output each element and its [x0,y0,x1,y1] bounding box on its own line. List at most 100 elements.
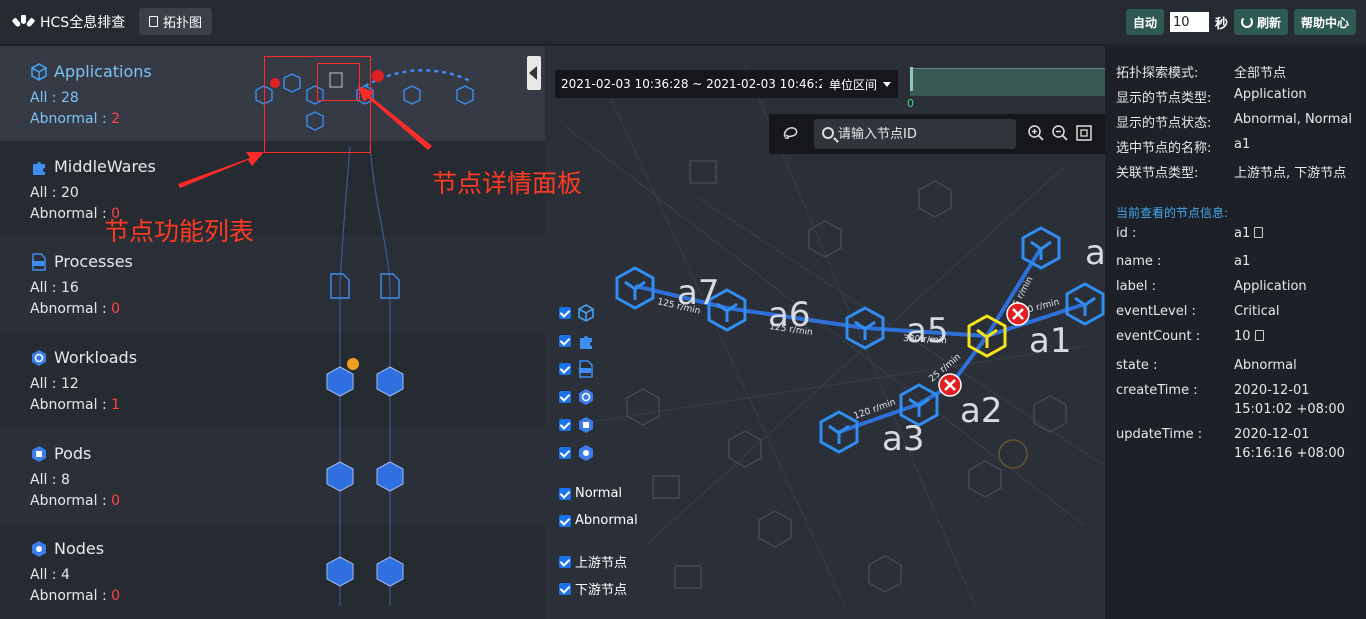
workload-icon [30,349,48,367]
node-search-input[interactable] [814,119,1016,149]
pod-icon [579,417,593,433]
filter-type-pod[interactable] [559,416,595,434]
abnormal-value: 0 [111,588,121,604]
time-slider[interactable]: 0 [907,67,1105,110]
zoom-out-icon[interactable] [1051,124,1069,142]
filter-type-process[interactable] [559,360,595,378]
node-top-right [1021,226,1061,270]
filter-normal[interactable]: Normal [559,486,622,501]
node-icon [30,540,48,558]
abnormal-label: Abnormal : [30,588,112,604]
detail-value: Application [1234,279,1307,294]
checkbox-icon[interactable] [559,391,571,403]
detail-label: createTime : [1116,383,1198,398]
checkbox-icon[interactable] [559,487,571,500]
checkbox-icon[interactable] [559,363,571,375]
annotation-box-detail [317,63,360,101]
event-list-icon[interactable] [1254,330,1264,341]
brand-title: HCS全息排查 [40,15,126,31]
category-title: Nodes [30,539,104,558]
category-nodes[interactable]: Nodes All : 4 Abnormal : 0 [0,523,545,618]
category-pods[interactable]: Pods All : 8 Abnormal : 0 [0,428,545,523]
checkbox-icon[interactable] [559,582,571,595]
info-label: 拓扑探索模式: [1116,66,1199,81]
collapse-panel-button[interactable] [527,56,541,90]
abnormal-close-icon [1006,302,1030,326]
category-all-count: All : 8 [30,472,70,488]
node-a3 [819,410,859,454]
tab-topology[interactable]: 拓扑图 [139,8,213,35]
category-abnormal-count: Abnormal : 0 [30,301,120,317]
node-label-a2: a2 [960,391,1002,431]
category-name: MiddleWares [54,157,156,176]
detail-value: Abnormal [1234,358,1297,373]
lasso-icon[interactable] [782,124,800,142]
filter-downstream[interactable]: 下游节点 [559,579,627,598]
filter-normal-label: Normal [575,486,623,501]
checkbox-icon[interactable] [559,514,571,527]
refresh-button[interactable]: 刷新 [1233,9,1288,35]
checkbox-icon[interactable] [559,447,571,459]
filter-upstream[interactable]: 上游节点 [559,552,627,571]
node-label-a6: a6 [768,295,810,335]
time-slider-zero: 0 [907,97,914,110]
checkbox-icon[interactable] [559,419,571,431]
info-label: 关联节点类型: [1116,166,1199,181]
node-label-a3: a3 [882,419,924,459]
category-name: Pods [54,444,92,463]
node-label-a7: a7 [677,273,719,313]
auto-button-label: 自动 [1132,15,1157,30]
detail-value-text: a1 [1234,226,1251,241]
graph-toolbar [769,114,1105,154]
filter-type-middleware[interactable] [559,332,595,350]
filter-abnormal[interactable]: Abnormal [559,513,638,528]
zoom-in-icon[interactable] [1027,124,1045,142]
puzzle-icon [580,336,592,349]
category-title: Pods [30,444,91,463]
info-label: 显示的节点状态: [1116,116,1212,131]
filter-type-workload[interactable] [559,388,595,406]
filter-type-application[interactable] [559,304,595,322]
annotation-node-function-list: 节点功能列表 [104,217,255,246]
detail-label: eventCount : [1116,329,1201,344]
detail-label: label : [1116,279,1156,294]
info-value: Abnormal, Normal [1234,112,1352,127]
detail-label: name : [1116,254,1162,269]
java-file-icon [30,252,48,271]
info-label: 显示的节点类型: [1116,91,1212,106]
abnormal-label: Abnormal : [30,493,112,509]
category-title: Applications [30,62,152,81]
interval-select[interactable]: 单位区间 [822,70,899,98]
category-processes[interactable]: Processes All : 16 Abnormal : 0 [0,236,545,331]
topology-graph[interactable]: 125 r/min 125 r/min 330 r/min 25 r/min 1… [545,46,1105,619]
filter-type-node[interactable] [559,444,595,462]
tab-topology-label: 拓扑图 [163,16,203,31]
detail-label: eventLevel : [1116,304,1196,319]
chevron-down-icon [883,81,892,87]
info-value: a1 [1234,137,1251,152]
filter-upstream-label: 上游节点 [575,556,628,571]
cube-icon [30,62,48,81]
help-center-label: 帮助中心 [1300,15,1349,30]
checkbox-icon[interactable] [559,555,571,568]
category-workloads[interactable]: Workloads All : 12 Abnormal : 1 [0,332,545,427]
checkbox-icon[interactable] [559,307,571,319]
detail-value-text: 10 [1234,329,1251,344]
copy-icon[interactable] [1254,227,1264,238]
detail-value: a1 [1234,254,1251,269]
filter-abnormal-label: Abnormal [575,513,638,528]
time-slider-handle[interactable] [910,67,913,91]
node-label-a1: a1 [1029,321,1071,361]
brand: HCS全息排查 [11,12,126,32]
abnormal-value: 0 [111,301,121,317]
time-range[interactable]: 2021-02-03 10:36:28 ~ 2021-02-03 10:46:2… [555,70,840,98]
huawei-logo-icon [11,15,36,29]
abnormal-label: Abnormal : [30,301,112,317]
help-center-button[interactable]: 帮助中心 [1293,9,1356,35]
fit-view-icon[interactable] [1075,124,1093,142]
info-value: 全部节点 [1234,66,1287,81]
interval-input[interactable] [1169,12,1209,32]
category-all-count: All : 4 [30,567,70,583]
auto-button[interactable]: 自动 [1125,9,1164,35]
checkbox-icon[interactable] [559,335,571,347]
